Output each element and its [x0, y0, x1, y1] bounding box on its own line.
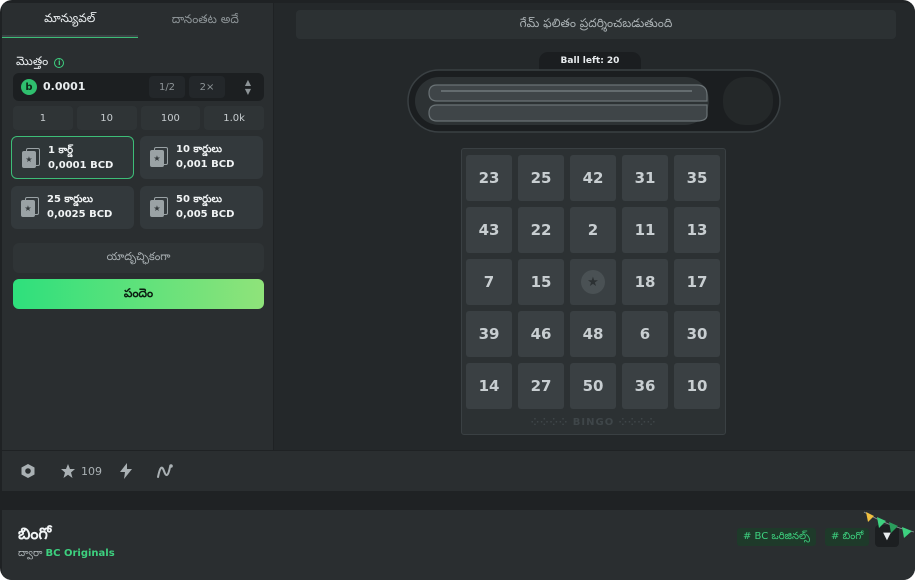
- provider-link[interactable]: BC Originals: [46, 548, 115, 559]
- quick-amount-button[interactable]: 10: [76, 106, 137, 130]
- bingo-number-cell: 46: [518, 311, 564, 357]
- star-icon[interactable]: [60, 463, 76, 479]
- bingo-number-cell: 15: [518, 259, 564, 305]
- game-title: బింగో: [18, 524, 52, 543]
- favorites-count: 109: [81, 464, 102, 478]
- card-icon: ★: [22, 148, 40, 168]
- stats-tool[interactable]: [156, 462, 174, 480]
- amount-input[interactable]: 0.0001: [43, 80, 85, 93]
- card-option-title: 1 కార్డ్: [48, 145, 74, 156]
- card-option-title: 50 కార్డులు: [176, 194, 223, 205]
- ball-tube: [407, 69, 781, 133]
- bingo-number-cell: 17: [674, 259, 720, 305]
- tab-auto[interactable]: దానంతట అదే: [138, 3, 274, 37]
- card-option-price: 0,0001 BCD: [48, 160, 114, 171]
- random-button[interactable]: యాదృచ్ఛికంగా: [13, 243, 264, 273]
- card-option-price: 0,001 BCD: [176, 159, 235, 170]
- tag-bc-originals[interactable]: # BC ఒరిజినల్స్: [737, 528, 816, 546]
- cards-stack-icon: ★: [150, 147, 168, 167]
- bingo-card-footer: ⁘⁘⁘⁘ BINGO ⁘⁘⁘⁘: [530, 417, 657, 428]
- bingo-number-cell: 2: [570, 207, 616, 253]
- bingo-number-cell: 50: [570, 363, 616, 409]
- bingo-number-cell: 48: [570, 311, 616, 357]
- info-icon[interactable]: i: [54, 57, 65, 68]
- game-toolbar: 109: [2, 451, 915, 491]
- bet-button[interactable]: పందెం: [13, 279, 264, 309]
- bingo-number-cell: 11: [622, 207, 668, 253]
- bingo-number-cell: 39: [466, 311, 512, 357]
- bingo-number-cell: 14: [466, 363, 512, 409]
- cards-stack-icon: ★: [21, 197, 39, 217]
- favorite-tool[interactable]: 109: [60, 462, 102, 480]
- bunting-decoration: [863, 511, 915, 538]
- game-provider-line: ద్వారా BC Originals: [18, 547, 115, 561]
- by-label: ద్వారా: [18, 548, 43, 559]
- card-option-10[interactable]: ★ 10 కార్డులు 0,001 BCD: [140, 136, 263, 179]
- quick-amount-button[interactable]: 1.0k: [204, 106, 264, 130]
- card-option-price: 0,005 BCD: [176, 209, 235, 220]
- card-option-1[interactable]: ★ 1 కార్డ్ 0,0001 BCD: [11, 136, 134, 179]
- bingo-number-cell: 6: [622, 311, 668, 357]
- mode-tabs: మాన్యువల్ దానంతట అదే: [2, 3, 273, 37]
- app-frame: మాన్యువల్ దానంతట అదే మొత్తం i b 0.0001 1…: [0, 0, 915, 580]
- bingo-card: 23 25 42 31 35 43 22 2 11 13 7 15 ★ 18 17 39 46 48 6 30 14 27…: [461, 148, 726, 435]
- bingo-number-cell: 13: [674, 207, 720, 253]
- ball-left-counter: Ball left: 20: [539, 52, 641, 70]
- bingo-number-cell: 36: [622, 363, 668, 409]
- bcd-coin-icon: b: [21, 79, 37, 95]
- game-result-bar: గేమ్ ఫలితం ప్రదర్శించబడుతుంది: [296, 10, 896, 39]
- chart-icon[interactable]: [156, 463, 174, 479]
- card-option-50[interactable]: ★ 50 కార్డులు 0,005 BCD: [140, 186, 263, 229]
- amount-label: మొత్తం: [16, 54, 49, 68]
- free-space-cell: ★: [570, 259, 616, 305]
- settings-tool[interactable]: [20, 462, 36, 480]
- bingo-number-cell: 30: [674, 311, 720, 357]
- cards-stack-icon: ★: [150, 197, 168, 217]
- amount-input-box: b 0.0001 1/2 2× ▲ ▼: [13, 73, 264, 101]
- bingo-number-cell: 27: [518, 363, 564, 409]
- card-option-25[interactable]: ★ 25 కార్డులు 0,0025 BCD: [11, 186, 134, 229]
- quick-amount-row: 1 10 100 1.0k: [13, 106, 264, 130]
- amount-stepper[interactable]: ▲ ▼: [235, 76, 261, 98]
- chevron-up-icon[interactable]: ▲: [245, 78, 251, 87]
- bingo-number-cell: 10: [674, 363, 720, 409]
- card-option-title: 10 కార్డులు: [176, 144, 223, 155]
- quick-amount-button[interactable]: 1: [13, 106, 73, 130]
- active-tab-indicator: [2, 37, 138, 38]
- fast-mode-tool[interactable]: [119, 462, 133, 480]
- bingo-number-cell: 22: [518, 207, 564, 253]
- hexagon-icon[interactable]: [20, 463, 36, 479]
- bingo-number-cell: 18: [622, 259, 668, 305]
- lightning-icon[interactable]: [119, 463, 133, 479]
- half-button[interactable]: 1/2: [149, 76, 185, 98]
- bingo-number-cell: 25: [518, 155, 564, 201]
- quick-amount-button[interactable]: 100: [140, 106, 201, 130]
- tab-manual[interactable]: మాన్యువల్: [2, 3, 138, 37]
- bingo-number-cell: 23: [466, 155, 512, 201]
- bingo-number-cell: 43: [466, 207, 512, 253]
- amount-label-row: మొత్తం i: [16, 54, 65, 71]
- card-option-price: 0,0025 BCD: [47, 209, 113, 220]
- chevron-down-icon[interactable]: ▼: [245, 87, 251, 96]
- game-info-footer: బింగో ద్వారా BC Originals # BC ఒరిజినల్స…: [2, 510, 915, 580]
- bingo-number-cell: 35: [674, 155, 720, 201]
- bet-panel: మాన్యువల్ దానంతట అదే మొత్తం i b 0.0001 1…: [2, 3, 273, 450]
- bingo-number-cell: 42: [570, 155, 616, 201]
- game-area: గేమ్ ఫలితం ప్రదర్శించబడుతుంది Ball left:…: [274, 3, 915, 450]
- star-icon: ★: [581, 270, 605, 294]
- bingo-number-cell: 7: [466, 259, 512, 305]
- card-option-title: 25 కార్డులు: [47, 194, 94, 205]
- bingo-number-cell: 31: [622, 155, 668, 201]
- double-button[interactable]: 2×: [189, 76, 225, 98]
